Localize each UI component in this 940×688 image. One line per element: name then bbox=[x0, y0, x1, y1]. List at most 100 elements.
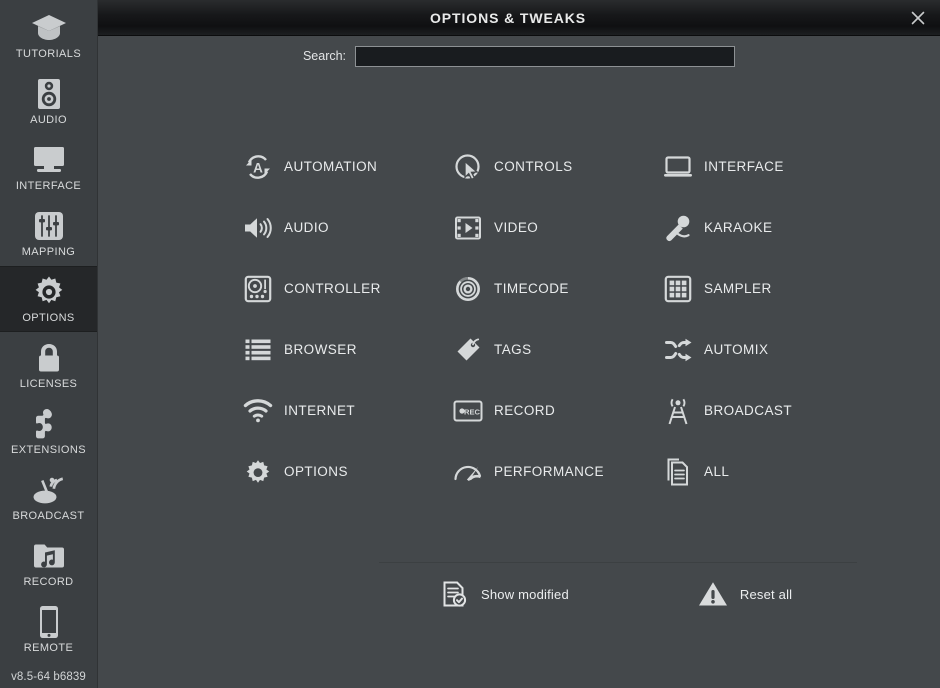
reset-all-button[interactable]: Reset all bbox=[697, 578, 792, 610]
documents-icon bbox=[663, 457, 693, 487]
category-label: CONTROLLER bbox=[284, 281, 381, 296]
sidebar-item-label: INTERFACE bbox=[15, 179, 82, 192]
sliders-icon bbox=[29, 209, 69, 243]
sidebar-item-interface[interactable]: INTERFACE bbox=[0, 134, 97, 200]
monitor-icon bbox=[29, 143, 69, 177]
search-input[interactable] bbox=[355, 45, 736, 67]
category-browser[interactable]: BROWSER bbox=[243, 319, 453, 380]
category-audio[interactable]: AUDIO bbox=[243, 197, 453, 258]
category-all[interactable]: ALL bbox=[663, 441, 873, 502]
version-label: v8.5-64 b6839 bbox=[11, 671, 86, 683]
document-check-icon bbox=[438, 578, 470, 610]
sidebar-item-label: EXTENSIONS bbox=[11, 443, 86, 456]
category-label: RECORD bbox=[494, 403, 556, 418]
svg-text:REC: REC bbox=[464, 407, 481, 416]
sidebar-item-extensions[interactable]: EXTENSIONS bbox=[0, 398, 97, 464]
category-controller[interactable]: CONTROLLER bbox=[243, 258, 453, 319]
sidebar-item-label: REMOTE bbox=[23, 641, 74, 654]
svg-text:A: A bbox=[253, 160, 263, 175]
music-folder-icon bbox=[29, 539, 69, 573]
category-controls[interactable]: CONTROLS bbox=[453, 136, 663, 197]
sidebar-item-options[interactable]: OPTIONS bbox=[0, 266, 97, 332]
satellite-dish-icon bbox=[29, 473, 69, 507]
footer-button-label: Reset all bbox=[739, 586, 793, 602]
sidebar-item-remote[interactable]: REMOTE bbox=[0, 596, 97, 662]
laptop-icon bbox=[663, 152, 693, 182]
category-broadcast[interactable]: BROADCAST bbox=[663, 380, 873, 441]
gear-icon bbox=[243, 457, 273, 487]
category-label: BROADCAST bbox=[704, 403, 793, 418]
category-performance[interactable]: PERFORMANCE bbox=[453, 441, 663, 502]
sidebar: TUTORIALS AUDIO INTERFACE MAPPING OPTION… bbox=[0, 0, 98, 688]
tag-icon bbox=[453, 335, 483, 365]
category-label: AUDIO bbox=[284, 220, 330, 235]
category-automation[interactable]: A AUTOMATION bbox=[243, 136, 453, 197]
category-label: OPTIONS bbox=[284, 464, 348, 479]
category-video[interactable]: VIDEO bbox=[453, 197, 663, 258]
smartphone-icon bbox=[29, 605, 69, 639]
gear-icon bbox=[29, 275, 69, 309]
footer-actions: Show modified Reset all bbox=[438, 578, 792, 610]
footer-button-label: Show modified bbox=[481, 586, 569, 602]
category-options[interactable]: OPTIONS bbox=[243, 441, 453, 502]
shuffle-icon bbox=[663, 335, 693, 365]
sidebar-item-label: TUTORIALS bbox=[15, 47, 82, 60]
category-timecode[interactable]: TIMECODE bbox=[453, 258, 663, 319]
film-play-icon bbox=[453, 213, 483, 243]
automation-icon: A bbox=[243, 152, 273, 182]
microphone-icon bbox=[663, 213, 693, 243]
sidebar-item-broadcast[interactable]: BROADCAST bbox=[0, 464, 97, 530]
padlock-icon bbox=[29, 341, 69, 375]
search-label: Search: bbox=[302, 49, 347, 63]
wifi-icon bbox=[243, 396, 273, 426]
sidebar-item-label: RECORD bbox=[23, 575, 74, 588]
sidebar-item-label: LICENSES bbox=[19, 377, 78, 390]
category-interface[interactable]: INTERFACE bbox=[663, 136, 873, 197]
warning-triangle-icon bbox=[697, 578, 729, 610]
options-tweaks-window: TUTORIALS AUDIO INTERFACE MAPPING OPTION… bbox=[0, 0, 940, 688]
show-modified-button[interactable]: Show modified bbox=[438, 578, 569, 610]
turntable-icon bbox=[243, 274, 273, 304]
category-label: INTERNET bbox=[284, 403, 356, 418]
category-label: TAGS bbox=[494, 342, 532, 357]
puzzle-piece-icon bbox=[29, 407, 69, 441]
vinyl-record-icon bbox=[453, 274, 483, 304]
sidebar-item-label: AUDIO bbox=[30, 113, 67, 126]
category-label: AUTOMATION bbox=[284, 159, 378, 174]
sidebar-item-audio[interactable]: AUDIO bbox=[0, 68, 97, 134]
main-panel: OPTIONS & TWEAKS Search: A AUTOMATION CO… bbox=[98, 0, 940, 688]
grid-pads-icon bbox=[663, 274, 693, 304]
category-label: ALL bbox=[704, 464, 730, 479]
speaker-icon bbox=[29, 77, 69, 111]
category-label: KARAOKE bbox=[704, 220, 773, 235]
category-label: CONTROLS bbox=[494, 159, 573, 174]
category-karaoke[interactable]: KARAOKE bbox=[663, 197, 873, 258]
category-record[interactable]: REC RECORD bbox=[453, 380, 663, 441]
category-label: SAMPLER bbox=[704, 281, 772, 296]
category-label: BROWSER bbox=[284, 342, 357, 357]
category-label: INTERFACE bbox=[704, 159, 784, 174]
category-label: PERFORMANCE bbox=[494, 464, 604, 479]
category-grid: A AUTOMATION CONTROLS INTERFACE AUDIO VI… bbox=[243, 136, 913, 502]
category-automix[interactable]: AUTOMIX bbox=[663, 319, 873, 380]
page-title: OPTIONS & TWEAKS bbox=[430, 9, 586, 26]
category-sampler[interactable]: SAMPLER bbox=[663, 258, 873, 319]
category-label: AUTOMIX bbox=[704, 342, 769, 357]
rec-button-icon: REC bbox=[453, 396, 483, 426]
sidebar-item-mapping[interactable]: MAPPING bbox=[0, 200, 97, 266]
sidebar-item-record[interactable]: RECORD bbox=[0, 530, 97, 596]
sidebar-item-label: MAPPING bbox=[21, 245, 76, 258]
volume-icon bbox=[243, 213, 273, 243]
sidebar-item-tutorials[interactable]: TUTORIALS bbox=[0, 2, 97, 68]
sidebar-item-label: BROADCAST bbox=[12, 509, 85, 522]
footer-divider bbox=[379, 562, 857, 563]
graduation-cap-icon bbox=[29, 11, 69, 45]
sidebar-item-label: OPTIONS bbox=[22, 311, 75, 324]
category-tags[interactable]: TAGS bbox=[453, 319, 663, 380]
sidebar-item-licenses[interactable]: LICENSES bbox=[0, 332, 97, 398]
category-label: VIDEO bbox=[494, 220, 539, 235]
list-icon bbox=[243, 335, 273, 365]
title-bar: OPTIONS & TWEAKS bbox=[98, 0, 940, 36]
category-internet[interactable]: INTERNET bbox=[243, 380, 453, 441]
close-icon[interactable] bbox=[896, 1, 940, 35]
